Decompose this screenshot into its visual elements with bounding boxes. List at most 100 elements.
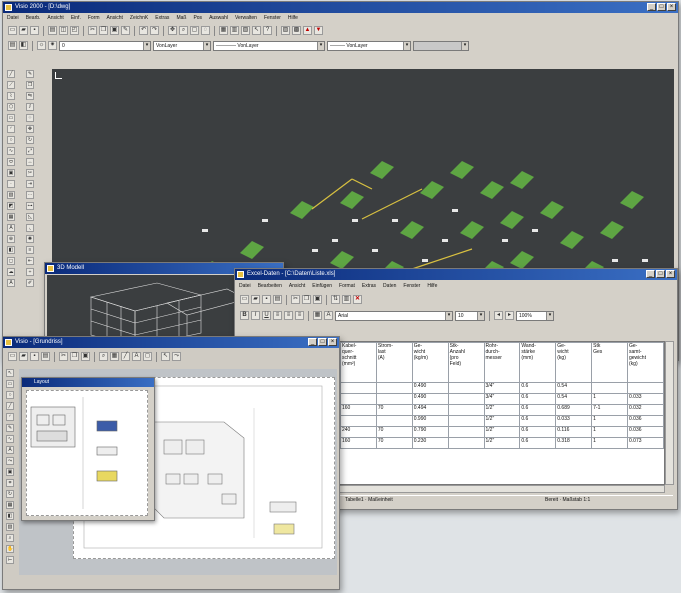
plan-titlebar[interactable]: Visio - [Grundriss] _ □ × (3, 337, 339, 348)
font-color-icon[interactable]: A (324, 311, 333, 320)
table-cell[interactable]: 0.073 (627, 437, 664, 449)
italic-icon[interactable]: I (251, 311, 260, 320)
point-tool-icon[interactable]: · (7, 180, 15, 188)
plan-copy-icon[interactable]: ❐ (70, 352, 79, 361)
data-menu-item[interactable]: Bearbeiten (258, 282, 282, 290)
data-menu-item[interactable]: Fenster (403, 282, 420, 290)
table-cell[interactable]: 0.6 (519, 415, 557, 427)
copy-tool-icon[interactable]: ❐ (26, 81, 34, 89)
table-cell[interactable]: 0.6 (519, 426, 557, 438)
plan-arc-icon[interactable]: ◜ (6, 413, 14, 421)
plan-text-icon[interactable]: A (132, 352, 141, 361)
plan-fill-icon[interactable]: ▧ (6, 523, 14, 531)
zoom-realtime-icon[interactable]: ⌕ (179, 26, 188, 35)
table-cell[interactable]: 0.54 (555, 393, 593, 405)
font-size-combo[interactable]: 10 ▾ (455, 310, 485, 321)
table-cell[interactable]: 0.036 (627, 426, 664, 438)
properties-icon[interactable]: ▦ (219, 26, 228, 35)
table-cell[interactable]: 160 (340, 437, 377, 449)
plan-print-icon[interactable]: ▤ (41, 352, 50, 361)
main-menu-item[interactable]: Pos (193, 14, 202, 22)
column-header[interactable]: Ge- wicht (kg/m) (411, 342, 449, 383)
table-cell[interactable]: 1 (591, 415, 628, 427)
column-header[interactable]: Ge- samt- gewicht (kg) (627, 342, 664, 383)
data-menu-item[interactable]: Ansicht (289, 282, 305, 290)
main-menu-item[interactable]: Auswahl (209, 14, 228, 22)
align-center-icon[interactable]: ≡ (284, 311, 293, 320)
color-combo[interactable]: VonLayer ▾ (153, 40, 211, 51)
hatch-tool-icon[interactable]: ▧ (7, 191, 15, 199)
plan-select-icon[interactable]: ↖ (6, 369, 14, 377)
pan-icon[interactable]: ✥ (168, 26, 177, 35)
main-titlebar[interactable]: Visio 2000 - [D:\dwg] _ □ × (3, 2, 678, 13)
data-menu-item[interactable]: Einfügen (312, 282, 332, 290)
cursor-icon[interactable]: ↖ (252, 26, 261, 35)
main-menu-item[interactable]: Form (88, 14, 100, 22)
close-icon[interactable]: × (667, 3, 676, 11)
main-menu-item[interactable]: Bearb. (26, 14, 41, 22)
table-cell[interactable]: 1/2" (483, 404, 521, 416)
plot-icon[interactable]: ◰ (70, 26, 79, 35)
plan-conn-icon[interactable]: ⤳ (172, 352, 181, 361)
main-menu-item[interactable]: Maß (176, 14, 186, 22)
text-tool-icon[interactable]: A (7, 279, 15, 287)
table-cell[interactable]: 0.54 (555, 382, 593, 394)
offset-tool-icon[interactable]: ⫽ (26, 103, 34, 111)
spline-tool-icon[interactable]: ∿ (7, 147, 15, 155)
plan-layer-icon[interactable]: ◧ (6, 512, 14, 520)
plan-ruler-icon[interactable]: ⊢ (6, 556, 14, 564)
plan-minimize-icon[interactable]: _ (308, 338, 317, 346)
data-titlebar[interactable]: Excel-Daten - [C:\Daten\Liste.xls] _ □ × (235, 269, 677, 280)
main-menu-item[interactable]: Datei (7, 14, 19, 22)
plan-shape-icon[interactable]: ◻ (143, 352, 152, 361)
layer-prev-icon[interactable]: ▨ (281, 26, 290, 35)
table-cell[interactable]: 240 (340, 426, 377, 438)
table-cell[interactable]: 0.6 (519, 393, 557, 405)
break-tool-icon[interactable]: ⋯ (26, 191, 34, 199)
arc-tool-icon[interactable]: ◜ (7, 125, 15, 133)
font-combo[interactable]: Arial ▾ (335, 310, 453, 321)
divide-tool-icon[interactable]: ÷ (26, 268, 34, 276)
data-save-icon[interactable]: ▪ (262, 295, 271, 304)
border-icon[interactable]: ▦ (313, 311, 322, 320)
table-cell[interactable]: 1 (591, 437, 628, 449)
table-cell[interactable]: 0.990 (411, 415, 449, 427)
array-tool-icon[interactable]: ⁘ (26, 114, 34, 122)
minimize-icon[interactable]: _ (647, 3, 656, 11)
trim-tool-icon[interactable]: ✂ (26, 169, 34, 177)
data-new-icon[interactable]: ▭ (240, 295, 249, 304)
main-menu-item[interactable]: Einf. (71, 14, 81, 22)
save-icon[interactable]: ▪ (30, 26, 39, 35)
cut-icon[interactable]: ✂ (88, 26, 97, 35)
plan-text-tool-icon[interactable]: A (6, 446, 14, 454)
region-tool-icon[interactable]: ◩ (7, 202, 15, 210)
table-cell[interactable] (447, 415, 485, 427)
column-header[interactable]: Rohr- durch- messer (483, 342, 521, 383)
plan-freeform-icon[interactable]: ∿ (6, 435, 14, 443)
plan-rect-icon[interactable]: ▭ (6, 380, 14, 388)
table-cell[interactable]: 0.036 (627, 415, 664, 427)
table-cell[interactable] (447, 437, 485, 449)
table-cell[interactable]: 0.033 (627, 393, 664, 405)
ellipse-tool-icon[interactable]: ⬭ (7, 158, 15, 166)
print-icon[interactable]: ▤ (48, 26, 57, 35)
table-cell[interactable]: 0.116 (555, 426, 593, 438)
new-file-icon[interactable]: ▭ (8, 26, 17, 35)
table-cell[interactable]: 70 (375, 437, 413, 449)
table-cell[interactable]: 0.6 (519, 437, 557, 449)
lightbulb-icon[interactable]: ☼ (37, 41, 46, 50)
rectangle-tool-icon[interactable]: ▭ (7, 114, 15, 122)
plan-grid-icon[interactable]: ▦ (110, 352, 119, 361)
plan-close-icon[interactable]: × (328, 338, 337, 346)
plan-new-icon[interactable]: ▭ (8, 352, 17, 361)
table-cell[interactable]: 0.490 (411, 382, 449, 394)
revcloud-tool-icon[interactable]: ☁ (7, 268, 15, 276)
table-cell[interactable]: 0.6 (519, 382, 557, 394)
column-header[interactable]: Ge- wicht (kg) (555, 342, 593, 383)
table-cell[interactable] (447, 393, 485, 405)
data-open-icon[interactable]: ▰ (251, 295, 260, 304)
horizontal-scrollbar[interactable] (339, 485, 665, 493)
rotate-tool-icon[interactable]: ↻ (26, 136, 34, 144)
data-menu-item[interactable]: Datei (239, 282, 251, 290)
plan-stamp-icon[interactable]: ▣ (6, 468, 14, 476)
